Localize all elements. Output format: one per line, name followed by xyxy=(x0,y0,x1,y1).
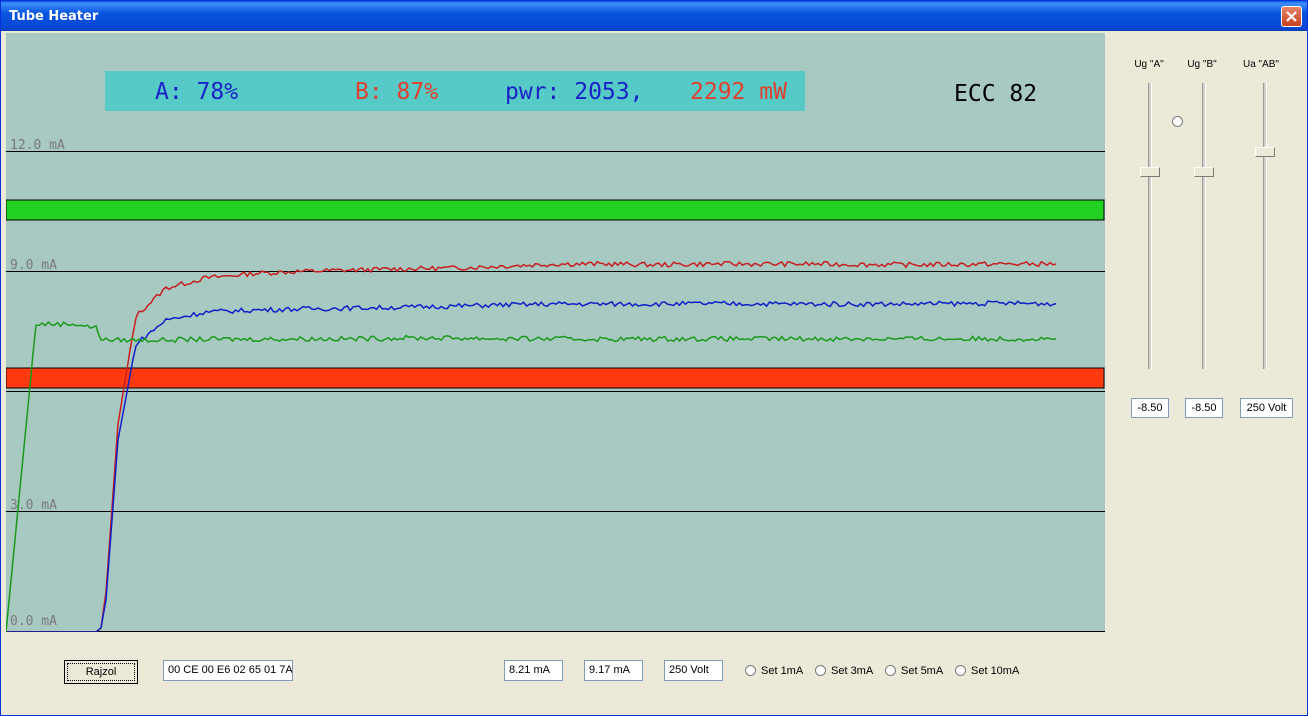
voltage-field[interactable]: 250 Volt xyxy=(664,660,723,681)
radio-circle-icon xyxy=(955,665,966,676)
green-limit-band xyxy=(6,199,1105,221)
slider-track-ua-ab[interactable] xyxy=(1263,83,1267,369)
blue-series-line xyxy=(6,300,1057,632)
red-series-line xyxy=(6,260,1057,632)
power-a-readout: pwr: 2053, xyxy=(505,79,644,105)
app-window: Tube Heater 12.0 mA 9.0 mA 3.0 mA 0.0 mA… xyxy=(0,0,1308,716)
slider-label-ug-b: Ug "B" xyxy=(1187,59,1217,70)
radio-set-5ma[interactable]: Set 5mA xyxy=(885,663,943,679)
hex-data-field[interactable]: 00 CE 00 E6 02 65 01 7A xyxy=(163,660,293,681)
close-button[interactable] xyxy=(1281,6,1302,27)
radio-label: Set 3mA xyxy=(831,665,874,677)
radio-circle-icon xyxy=(885,665,896,676)
slider-label-ug-a: Ug "A" xyxy=(1134,59,1164,70)
radio-circle-icon xyxy=(815,665,826,676)
slider-thumb-ug-b[interactable] xyxy=(1194,166,1214,177)
radio-set-10ma[interactable]: Set 10mA xyxy=(955,663,1019,679)
radio-label: Set 1mA xyxy=(761,665,804,677)
tube-b-percent: B: 87% xyxy=(355,79,439,105)
tube-a-percent: A: 78% xyxy=(155,79,239,105)
slider-track-ug-a[interactable] xyxy=(1148,83,1152,369)
radio-label: Set 10mA xyxy=(971,665,1020,677)
radio-set-1ma[interactable]: Set 1mA xyxy=(745,663,803,679)
y-tick-label-0: 0.0 mA xyxy=(10,614,57,629)
radio-button[interactable] xyxy=(1172,116,1183,127)
readout-box: A: 78% B: 87% pwr: 2053, 2292 mW xyxy=(105,71,805,111)
slider-thumb-ug-a[interactable] xyxy=(1140,166,1160,177)
current-chart xyxy=(6,151,1105,632)
y-tick-label-12: 12.0 mA xyxy=(10,138,65,153)
y-tick-label-9: 9.0 mA xyxy=(10,258,57,273)
window-title: Tube Heater xyxy=(9,9,99,24)
tube-type-label: ECC 82 xyxy=(954,81,1038,107)
slider-thumb-ua-ab[interactable] xyxy=(1255,146,1275,157)
radio-circle-icon xyxy=(745,665,756,676)
ug-b-value-field[interactable]: -8.50 xyxy=(1185,398,1223,418)
plot-area: 12.0 mA 9.0 mA 3.0 mA 0.0 mA A: 78% B: 8… xyxy=(6,33,1105,632)
close-icon xyxy=(1286,11,1297,22)
current-a-field[interactable]: 8.21 mA xyxy=(504,660,563,681)
red-limit-band xyxy=(6,367,1105,389)
radio-set-3ma[interactable]: Set 3mA xyxy=(815,663,873,679)
y-tick-label-3: 3.0 mA xyxy=(10,498,57,513)
power-b-readout: 2292 mW xyxy=(690,79,787,105)
draw-button-label: Rajzol xyxy=(67,663,135,681)
radio-label: Set 5mA xyxy=(901,665,944,677)
current-b-field[interactable]: 9.17 mA xyxy=(584,660,643,681)
draw-button[interactable]: Rajzol xyxy=(64,660,138,684)
slider-track-ug-b[interactable] xyxy=(1202,83,1206,369)
title-bar[interactable]: Tube Heater xyxy=(1,1,1307,31)
ua-ab-value-field[interactable]: 250 Volt xyxy=(1240,398,1293,418)
slider-label-ua-ab: Ua "AB" xyxy=(1242,59,1279,70)
ug-a-value-field[interactable]: -8.50 xyxy=(1131,398,1169,418)
